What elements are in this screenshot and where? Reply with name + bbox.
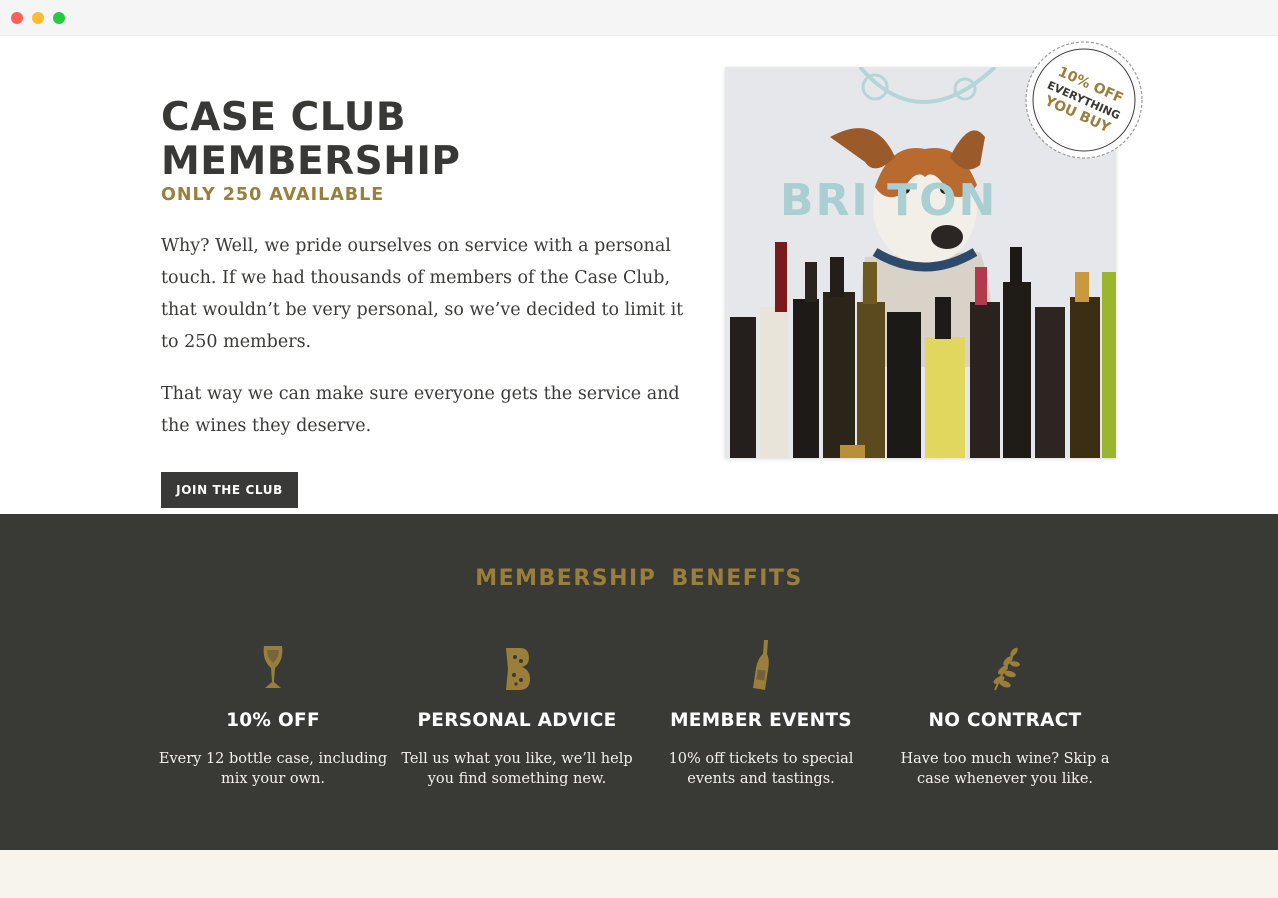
badge-seal-icon: 10% OFF EVERYTHING YOU BUY (1025, 41, 1143, 159)
benefit-text: Have too much wine? Skip a case whenever… (900, 751, 1110, 787)
benefit-title: 10% OFF (226, 710, 320, 731)
benefit-item: PERSONAL ADVICE Tell us what you like, w… (401, 638, 633, 789)
benefit-text: 10% off tickets to special events and ta… (668, 751, 854, 787)
benefit-item: MEMBER EVENTS 10% off tickets to special… (645, 638, 877, 789)
wine-glass-icon (157, 638, 389, 692)
benefit-item: NO CONTRACT Have too much wine? Skip a c… (889, 638, 1121, 789)
benefit-title: MEMBER EVENTS (670, 710, 852, 731)
photo-sign-text: BRI TON (780, 175, 998, 226)
intro-paragraph: Why? Well, we pride ourselves on service… (161, 236, 684, 352)
benefit-item: 10% OFF Every 12 bottle case, including … (157, 638, 389, 789)
footer-band (0, 850, 1278, 898)
window-maximize-button[interactable] (53, 12, 65, 24)
page-title: CASE CLUB MEMBERSHIP (161, 95, 461, 184)
join-club-button[interactable]: JOIN THE CLUB (161, 472, 298, 508)
benefits-section: MEMBERSHIP BENEFITS 10% OFF Every 12 bot… (0, 514, 1278, 850)
window-close-button[interactable] (11, 12, 23, 24)
benefit-text: Every 12 bottle case, including mix your… (158, 751, 388, 787)
discount-badge: 10% OFF EVERYTHING YOU BUY (1022, 38, 1146, 162)
window-minimize-button[interactable] (32, 12, 44, 24)
page-subtitle: ONLY 250 AVAILABLE (161, 185, 385, 205)
wine-bottle-icon (645, 638, 877, 692)
laurel-branch-icon (889, 638, 1121, 692)
benefit-text: Tell us what you like, we’ll help you fi… (401, 751, 633, 787)
letter-b-icon (401, 638, 633, 692)
benefit-title: PERSONAL ADVICE (417, 710, 617, 731)
browser-chrome (0, 0, 1278, 36)
benefit-title: NO CONTRACT (928, 710, 1082, 731)
benefits-title: MEMBERSHIP BENEFITS (475, 566, 803, 591)
second-paragraph: That way we can make sure everyone gets … (161, 384, 680, 436)
hero-text: CASE CLUB MEMBERSHIP ONLY 250 AVAILABLE … (161, 96, 691, 508)
hero-section: CASE CLUB MEMBERSHIP ONLY 250 AVAILABLE … (0, 36, 1278, 514)
